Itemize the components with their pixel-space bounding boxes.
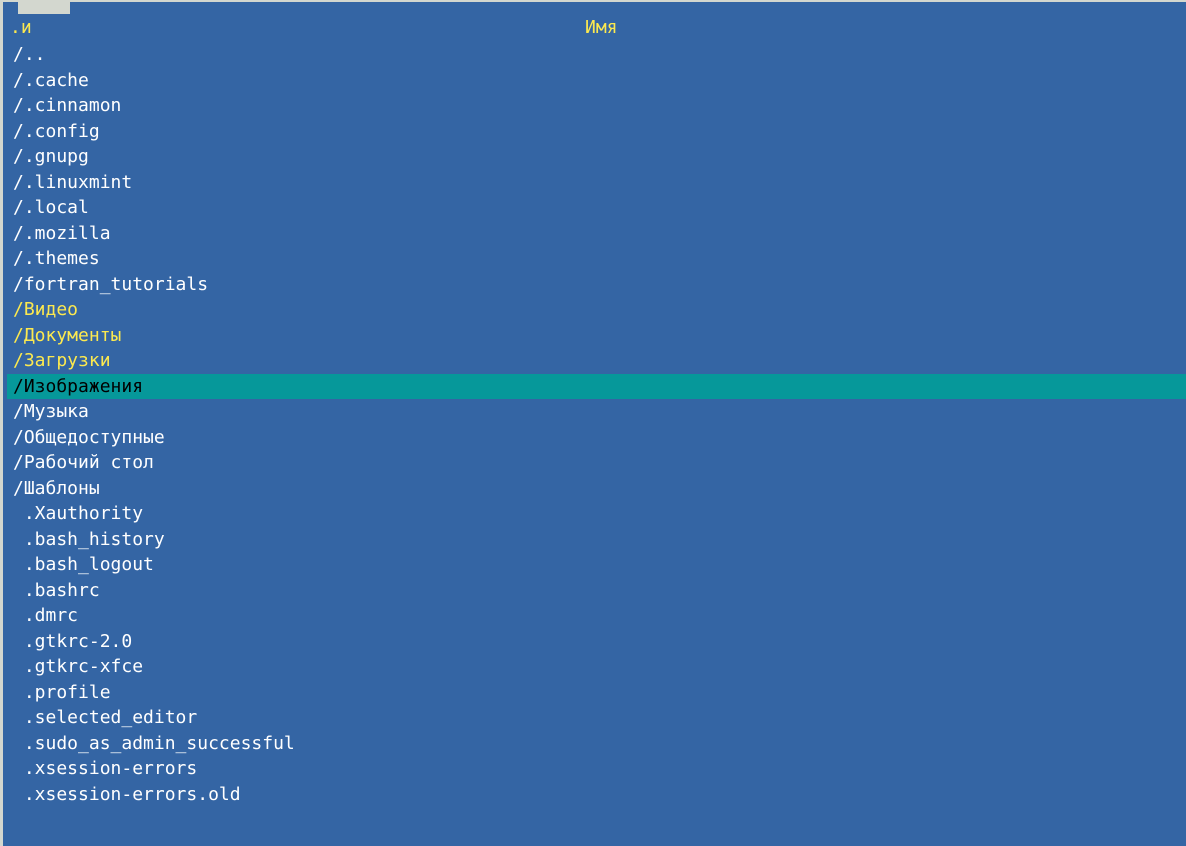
file-row[interactable]: /.local [10, 195, 1186, 221]
file-row[interactable]: /.linuxmint [10, 170, 1186, 196]
file-row[interactable]: /Загрузки [10, 348, 1186, 374]
file-row[interactable]: /Общедоступные [10, 425, 1186, 451]
selected-file-row[interactable]: /Изображения [7, 373, 1186, 399]
file-panel: .и Имя /../.cache/.cinnamon/.config/.gnu… [0, 0, 1186, 846]
file-row[interactable]: .bash_history [10, 527, 1186, 553]
file-row[interactable]: /.mozilla [10, 221, 1186, 247]
file-row[interactable]: /.cache [10, 68, 1186, 94]
file-row[interactable]: /fortran_tutorials [10, 272, 1186, 298]
sort-indicator[interactable]: .и [10, 15, 32, 40]
file-row[interactable]: .sudo_as_admin_successful [10, 731, 1186, 757]
file-list: /../.cache/.cinnamon/.config/.gnupg/.lin… [7, 42, 1186, 808]
file-row[interactable]: /Документы [10, 323, 1186, 349]
panel-top-tab[interactable] [18, 0, 70, 14]
file-row[interactable]: /Шаблоны [10, 476, 1186, 502]
file-row[interactable]: .bash_logout [10, 552, 1186, 578]
file-row[interactable]: .profile [10, 680, 1186, 706]
file-row[interactable]: .gtkrc-2.0 [10, 629, 1186, 655]
column-header-name[interactable]: Имя [585, 15, 618, 40]
file-row[interactable]: .dmrc [10, 603, 1186, 629]
file-row[interactable]: .selected_editor [10, 705, 1186, 731]
file-row[interactable]: /.config [10, 119, 1186, 145]
file-row[interactable]: .Xauthority [10, 501, 1186, 527]
file-row[interactable]: /.cinnamon [10, 93, 1186, 119]
file-row[interactable]: .xsession-errors [10, 756, 1186, 782]
panel-header: .и Имя [10, 15, 1186, 40]
file-row[interactable]: /.. [10, 42, 1186, 68]
file-row[interactable]: /Видео [10, 297, 1186, 323]
file-row[interactable]: /Музыка [10, 399, 1186, 425]
file-row[interactable]: /Рабочий стол [10, 450, 1186, 476]
file-row[interactable]: .gtkrc-xfce [10, 654, 1186, 680]
file-row[interactable]: .bashrc [10, 578, 1186, 604]
file-row[interactable]: /.gnupg [10, 144, 1186, 170]
file-row[interactable]: .xsession-errors.old [10, 782, 1186, 808]
file-row[interactable]: /.themes [10, 246, 1186, 272]
